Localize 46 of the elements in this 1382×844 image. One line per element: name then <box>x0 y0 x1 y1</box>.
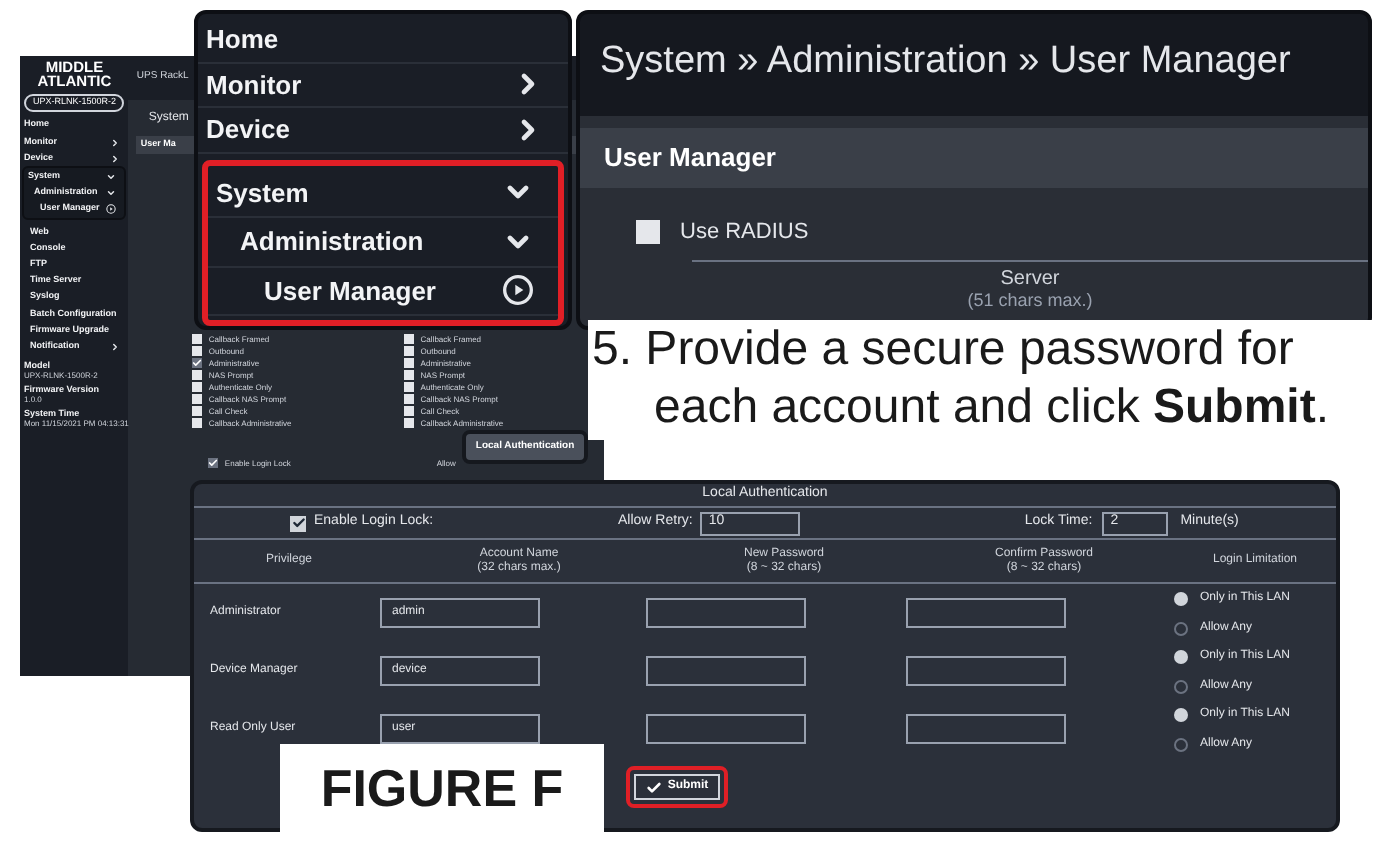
figure-caption: FIGURE F <box>320 755 564 821</box>
nav-item[interactable]: User Manager <box>208 267 558 316</box>
radio-button[interactable] <box>1174 679 1188 693</box>
confirm-password-field[interactable] <box>906 656 1066 686</box>
radio-button[interactable] <box>1174 707 1188 721</box>
radio-button[interactable] <box>1174 649 1188 663</box>
checkbox[interactable] <box>404 334 415 344</box>
nav-item[interactable]: Monitor <box>198 63 568 108</box>
section-title: User Manager <box>604 139 776 176</box>
checkbox[interactable] <box>192 370 203 380</box>
checkbox[interactable] <box>404 346 415 356</box>
nav-item[interactable]: Home <box>198 18 568 63</box>
play-circle-icon <box>502 274 534 307</box>
checkbox[interactable] <box>404 394 415 404</box>
checkbox[interactable] <box>404 406 415 416</box>
checkbox[interactable] <box>290 515 306 531</box>
checkbox[interactable] <box>404 382 415 392</box>
nav-item[interactable]: Administration <box>208 218 558 267</box>
checkbox[interactable] <box>404 418 415 428</box>
play-circle-icon <box>106 204 117 215</box>
instruction-text: 5. Provide a secure password for each account and click Submit. <box>592 320 1331 436</box>
nav-item[interactable]: System <box>208 169 558 218</box>
check-icon <box>645 779 662 795</box>
radio-button[interactable] <box>1174 591 1188 605</box>
checkbox[interactable] <box>192 382 203 392</box>
checkbox[interactable] <box>192 346 203 356</box>
new-password-field[interactable] <box>646 656 806 686</box>
chevron-right-icon <box>110 341 121 352</box>
column-header: Server <box>1000 268 1060 290</box>
use-radius-label: Use RADIUS <box>680 217 809 247</box>
new-password-field[interactable] <box>646 598 806 628</box>
checkbox[interactable] <box>192 334 203 344</box>
radio-button[interactable] <box>1174 621 1188 635</box>
checkbox[interactable] <box>192 394 203 404</box>
new-password-field[interactable] <box>646 714 806 744</box>
confirm-password-field[interactable] <box>906 598 1066 628</box>
radio-button[interactable] <box>1174 737 1188 751</box>
confirm-password-field[interactable] <box>906 714 1066 744</box>
nav-item[interactable]: Device <box>198 108 568 153</box>
checkbox[interactable] <box>404 370 415 380</box>
page-title: System » Administration » User Manager <box>598 38 1293 86</box>
checkbox[interactable] <box>192 406 203 416</box>
column-hint: (51 chars max.) <box>967 290 1093 310</box>
checkbox[interactable] <box>404 358 415 368</box>
checkbox[interactable] <box>192 418 203 428</box>
checkbox[interactable] <box>636 219 660 244</box>
